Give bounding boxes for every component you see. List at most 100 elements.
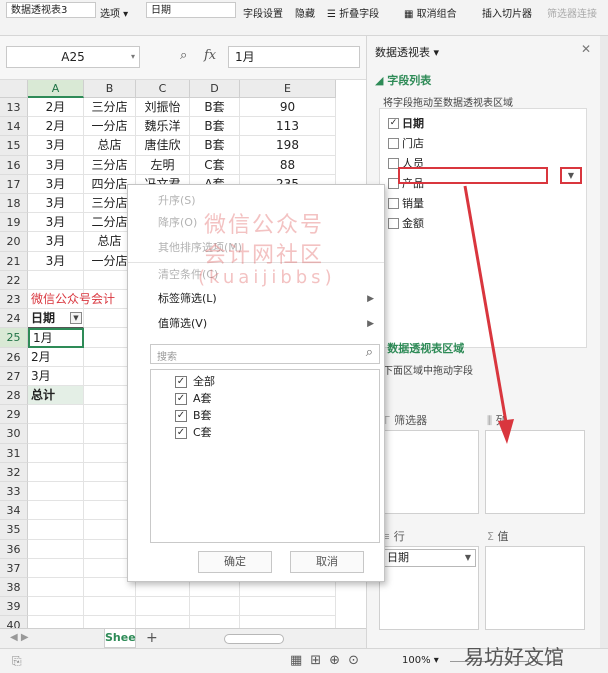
sort-ascending-item[interactable]: 升序(S) [158,193,196,209]
row-header[interactable]: 27 [0,366,28,386]
collapse-field-button[interactable]: ☰ 折叠字段 [327,8,379,22]
cell-d16[interactable]: C套 [190,155,240,175]
cell-e39[interactable] [240,597,336,617]
row-header[interactable]: 38 [0,578,28,598]
cell-b39[interactable] [84,597,136,617]
value-filter-item[interactable]: 值筛选(V) [158,316,207,332]
zoom-level[interactable]: 100% ▾ [402,655,439,666]
row-header[interactable]: 40 [0,616,28,628]
cell-a25[interactable]: 1月 [28,328,84,348]
row-header[interactable]: 39 [0,597,28,617]
cell-a19[interactable]: 3月 [28,213,84,233]
cell-a16[interactable]: 3月 [28,155,84,175]
select-all-corner[interactable] [0,80,28,98]
cell-a15[interactable]: 3月 [28,136,84,156]
cell-a18[interactable]: 3月 [28,194,84,214]
row-header[interactable]: 32 [0,462,28,482]
cell-a36[interactable] [28,539,84,559]
active-field-input[interactable]: 日期 [146,2,236,18]
view-mode-icons[interactable]: ▦⊞⊕⊙ [290,653,367,668]
cell-d13[interactable]: B套 [190,98,240,118]
cell-b15[interactable]: 总店 [84,136,136,156]
cell-c14[interactable]: 魏乐洋 [136,117,190,137]
option-checkbox[interactable]: ✓ [175,410,187,422]
row-header[interactable]: 33 [0,482,28,502]
cell-a32[interactable] [28,462,84,482]
column-header-e[interactable]: E [240,80,336,98]
tab-nav-arrows-icon[interactable]: ◀ ▶ [10,632,29,643]
option-label[interactable]: 全部 [193,375,215,389]
cell-a21[interactable]: 3月 [28,251,84,271]
cell-a31[interactable] [28,443,84,463]
options-button[interactable]: 选项 ▾ [100,8,128,22]
cell-c16[interactable]: 左明 [136,155,190,175]
row-header[interactable]: 34 [0,501,28,521]
search-input[interactable]: 搜索 ⌕ [150,344,380,364]
cell-a29[interactable] [28,405,84,425]
option-checkbox[interactable]: ✓ [175,393,187,405]
option-label[interactable]: B套 [193,409,212,423]
filter-connection-button[interactable]: 筛选器连接 [547,8,597,22]
cell-a34[interactable] [28,501,84,521]
cell-d15[interactable]: B套 [190,136,240,156]
row-header[interactable]: 30 [0,424,28,444]
cell-a37[interactable] [28,558,84,578]
row-header[interactable]: 16 [0,155,28,175]
column-header-b[interactable]: B [84,80,136,98]
option-label[interactable]: C套 [193,426,212,440]
cell-d40[interactable] [190,616,240,628]
sort-descending-item[interactable]: 降序(O) [158,215,197,231]
pivot-name-input[interactable]: 数据透视表3 [6,2,96,18]
row-header[interactable]: 15 [0,136,28,156]
row-header[interactable]: 13 [0,98,28,118]
row-header[interactable]: 35 [0,520,28,540]
cell-b13[interactable]: 三分店 [84,98,136,118]
horizontal-scrollbar[interactable] [210,634,360,644]
row-header[interactable]: 17 [0,174,28,194]
row-header[interactable]: 20 [0,232,28,252]
cell-e40[interactable] [240,616,336,628]
cell-c13[interactable]: 刘振怡 [136,98,190,118]
cell-b14[interactable]: 一分店 [84,117,136,137]
cell-a17[interactable]: 3月 [28,174,84,194]
row-header[interactable]: 26 [0,347,28,367]
label-filter-item[interactable]: 标签筛选(L) [158,291,217,307]
cell-a26[interactable]: 2月 [28,347,84,367]
row-header[interactable]: 25 [0,328,28,348]
cell-e15[interactable]: 198 [240,136,336,156]
cell-a38[interactable] [28,578,84,598]
cell-c15[interactable]: 唐佳欣 [136,136,190,156]
cell-a28[interactable]: 总计 [28,386,84,406]
ungroup-button[interactable]: ▦ 取消组合 [404,8,457,22]
cell-c39[interactable] [136,597,190,617]
column-header-c[interactable]: C [136,80,190,98]
cell-a39[interactable] [28,597,84,617]
cell-a30[interactable] [28,424,84,444]
row-header[interactable]: 29 [0,405,28,425]
row-header[interactable]: 24 [0,309,28,329]
row-header[interactable]: 37 [0,558,28,578]
zoom-search-icon[interactable]: ⌕ [180,48,187,63]
row-header[interactable]: 21 [0,251,28,271]
row-header[interactable]: 23 [0,290,28,310]
cell-a35[interactable] [28,520,84,540]
row-header[interactable]: 36 [0,539,28,559]
cell-a33[interactable] [28,482,84,502]
scroll-thumb[interactable] [224,634,284,644]
cell-e14[interactable]: 113 [240,117,336,137]
cell-b40[interactable] [84,616,136,628]
name-box[interactable]: A25 ▾ [6,46,140,68]
option-checkbox[interactable]: ✓ [175,427,187,439]
formula-input[interactable]: 1月 [228,46,360,68]
cell-e16[interactable]: 88 [240,155,336,175]
cell-a40[interactable] [28,616,84,628]
hide-button[interactable]: 隐藏 [295,8,315,22]
sheet-tab-active[interactable]: Shee [104,629,136,648]
row-header[interactable]: 28 [0,386,28,406]
cell-a23[interactable]: 微信公众号会计 [28,290,115,310]
row-header[interactable]: 31 [0,443,28,463]
cell-b16[interactable]: 三分店 [84,155,136,175]
cell-a20[interactable]: 3月 [28,232,84,252]
fx-icon[interactable]: fx [204,48,216,63]
macro-icon[interactable]: ⎘ [12,654,22,669]
